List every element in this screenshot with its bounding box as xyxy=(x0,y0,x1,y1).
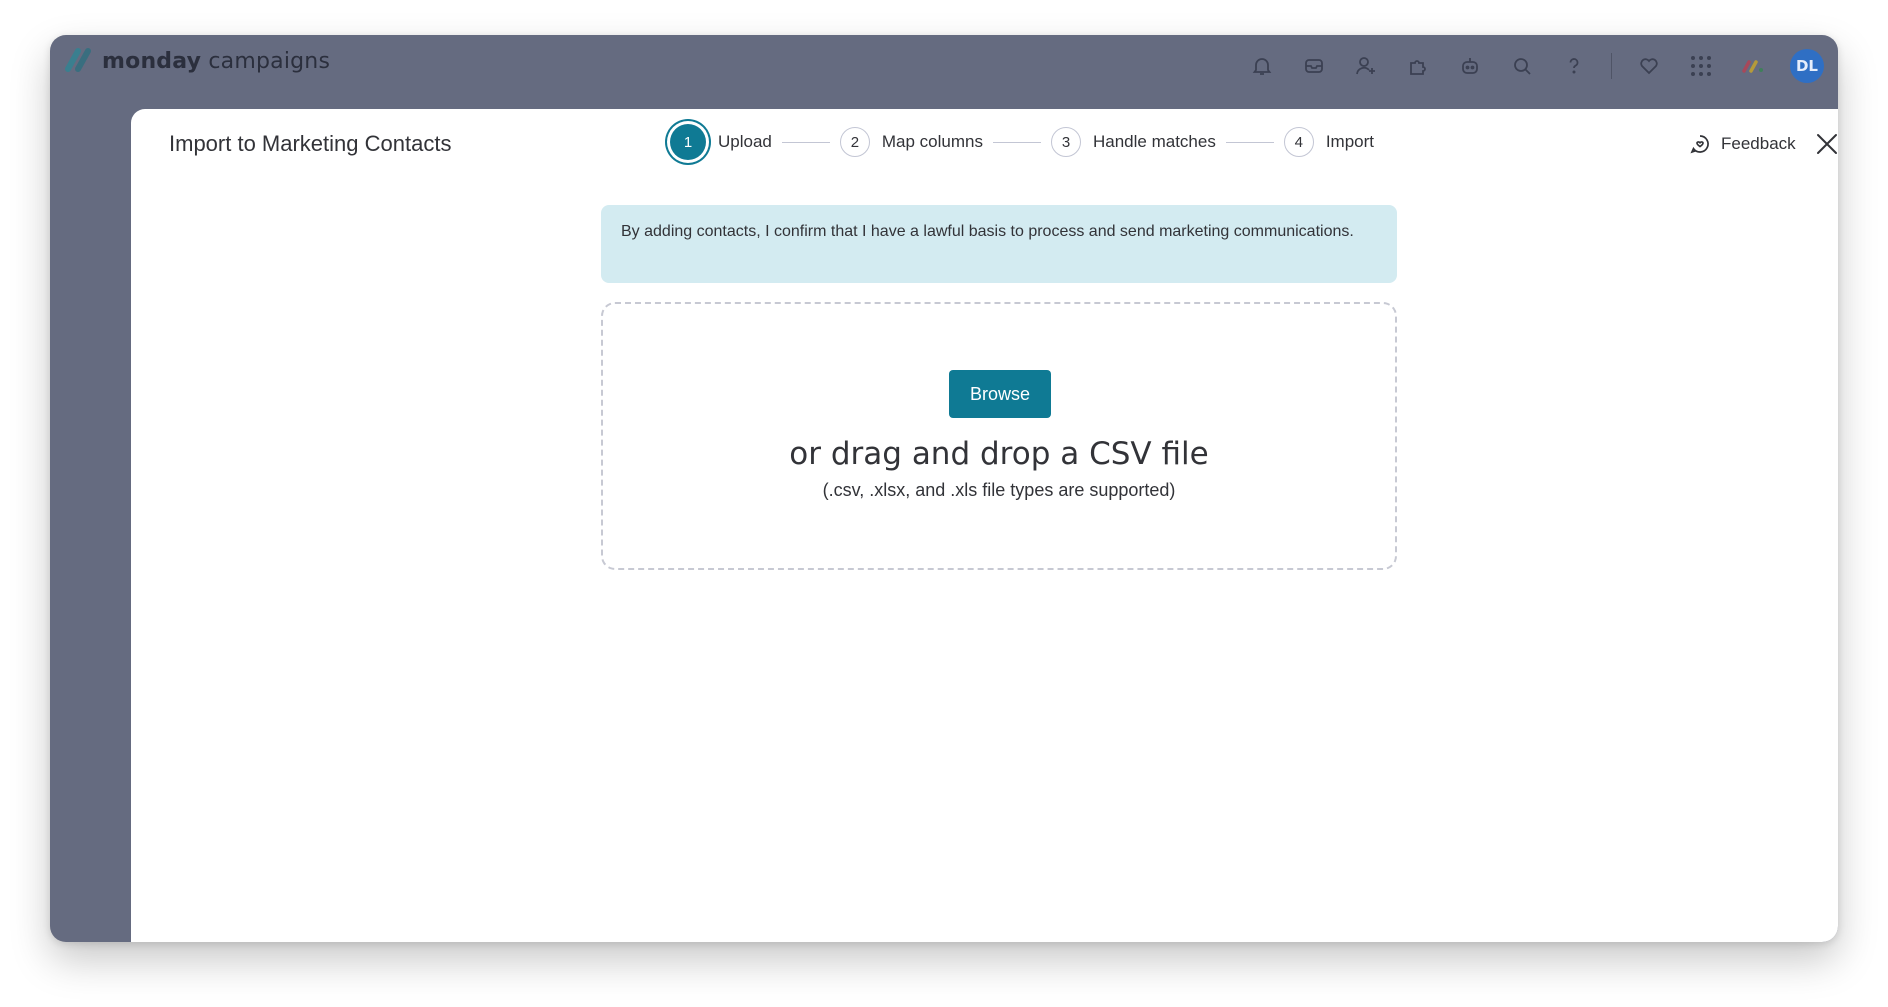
logo[interactable]: monday campaigns xyxy=(64,47,330,75)
avatar[interactable]: DL xyxy=(1790,49,1824,83)
step-number: 3 xyxy=(1050,127,1081,157)
dropzone-subtitle: (.csv, .xlsx, and .xls file types are su… xyxy=(822,480,1176,500)
step-label: Handle matches xyxy=(1092,132,1216,151)
modal-title: Import to Marketing Contacts xyxy=(169,131,452,156)
feedback-button[interactable]: Feedback xyxy=(1689,133,1796,155)
step-label: Import xyxy=(1325,132,1375,151)
step-connector xyxy=(992,141,1041,143)
search-icon[interactable] xyxy=(1507,51,1537,81)
top-icons: DL xyxy=(1247,49,1824,83)
step-handle-matches[interactable]: 3 Handle matches xyxy=(1050,127,1216,157)
close-icon[interactable] xyxy=(1814,131,1838,157)
browse-button[interactable]: Browse xyxy=(949,370,1051,418)
monday-mark-icon[interactable] xyxy=(1738,51,1768,81)
stepper: 1 Upload 2 Map columns 3 Handle matches … xyxy=(670,124,1374,160)
step-connector xyxy=(781,141,830,143)
step-number: 2 xyxy=(839,127,870,157)
app-window: monday campaigns DL Import to Marketing … xyxy=(50,35,1838,942)
step-map-columns[interactable]: 2 Map columns xyxy=(839,127,983,157)
robot-icon[interactable] xyxy=(1455,51,1485,81)
invite-member-icon[interactable] xyxy=(1351,51,1381,81)
dropzone-title: or drag and drop a CSV file xyxy=(789,436,1209,472)
step-number: 4 xyxy=(1283,127,1314,157)
step-import[interactable]: 4 Import xyxy=(1283,127,1375,157)
heart-icon[interactable] xyxy=(1634,51,1664,81)
chat-bubble-icon xyxy=(1690,135,1709,154)
step-label: Upload xyxy=(718,132,772,151)
file-dropzone[interactable]: Browse or drag and drop a CSV file (.csv… xyxy=(601,302,1397,570)
step-connector xyxy=(1225,141,1274,143)
inbox-icon[interactable] xyxy=(1299,51,1329,81)
help-icon[interactable] xyxy=(1559,51,1589,81)
lawful-basis-notice: By adding contacts, I confirm that I hav… xyxy=(601,205,1397,283)
import-modal: Import to Marketing Contacts 1 Upload 2 … xyxy=(131,109,1838,942)
divider xyxy=(1611,53,1612,79)
logo-text: monday campaigns xyxy=(102,48,331,74)
feedback-label: Feedback xyxy=(1721,134,1796,153)
step-number: 1 xyxy=(670,124,706,160)
monday-logo-icon xyxy=(65,48,91,72)
step-upload[interactable]: 1 Upload xyxy=(670,124,772,160)
step-label: Map columns xyxy=(881,132,983,151)
apps-puzzle-icon[interactable] xyxy=(1403,51,1433,81)
top-bar: monday campaigns DL xyxy=(50,35,1838,109)
bell-icon[interactable] xyxy=(1247,51,1277,81)
app-grid-icon[interactable] xyxy=(1686,51,1716,81)
